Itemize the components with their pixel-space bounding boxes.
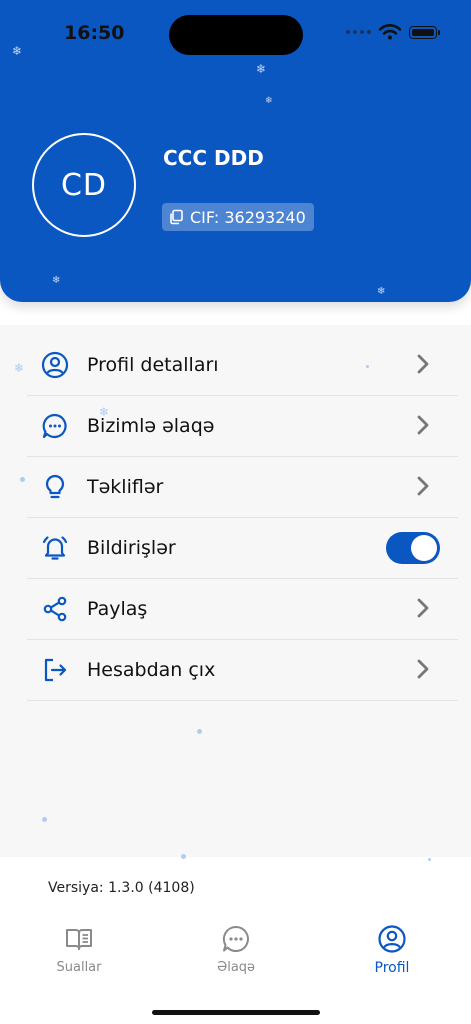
snowflake-icon: ❄ [12, 44, 23, 58]
chevron-right-icon [417, 659, 429, 679]
snow-dot [181, 854, 186, 859]
snowflake-icon: ❄ [14, 361, 25, 375]
menu-item-label: Paylaş [87, 598, 148, 620]
snow-dot [42, 817, 47, 822]
menu-item-logout[interactable]: Hesabdan çıx [27, 640, 458, 701]
snow-dot [20, 477, 25, 482]
chevron-right-icon [417, 415, 429, 435]
chevron-right-icon [417, 476, 429, 496]
snow-dot [428, 858, 431, 861]
menu-item-profile-details[interactable]: Profil detalları [27, 335, 458, 396]
bell-icon [40, 533, 70, 563]
user-circle-icon [378, 925, 406, 953]
snowflake-icon: ❄ [265, 96, 273, 106]
toggle-knob [411, 535, 437, 561]
menu-item-label: Hesabdan çıx [87, 659, 216, 681]
status-time: 16:50 [64, 22, 125, 44]
tab-profile[interactable]: Profil [332, 920, 452, 976]
cif-number: CIF: 36293240 [190, 207, 306, 227]
menu-area: ❄ ❄ Profil detalları Bizimlə əlaqə Təkli… [0, 325, 471, 857]
tab-label: Əlaqə [216, 960, 256, 975]
tab-questions[interactable]: Suallar [19, 920, 139, 975]
chat-bubble-icon [40, 411, 70, 441]
app-version: Versiya: 1.3.0 (4108) [48, 880, 195, 896]
snowflake-icon: ❄ [52, 275, 61, 286]
wifi-icon [379, 24, 401, 40]
notifications-toggle[interactable] [386, 532, 440, 564]
settings-menu: Profil detalları Bizimlə əlaqə Təkliflər… [27, 335, 458, 701]
share-icon [40, 594, 70, 624]
lightbulb-icon [40, 472, 70, 502]
profile-header: ❄ ❄ ❄ ❄ ❄ 16:50 CD CCC DDD CIF: 36293240 [0, 0, 471, 302]
snowflake-icon: ❄ [377, 286, 386, 297]
copy-icon [170, 209, 183, 225]
menu-item-contact-us[interactable]: Bizimlə əlaqə [27, 396, 458, 457]
book-icon [66, 929, 92, 950]
cif-copy-badge[interactable]: CIF: 36293240 [162, 203, 314, 231]
menu-item-label: Təkliflər [87, 476, 164, 498]
user-circle-icon [40, 350, 70, 380]
tab-bar: Suallar Əlaqə Profil [0, 920, 471, 990]
logout-icon [40, 655, 70, 685]
menu-item-label: Profil detalları [87, 354, 219, 376]
dynamic-island [169, 15, 303, 55]
tab-contact[interactable]: Əlaqə [176, 920, 296, 975]
menu-item-label: Bizimlə əlaqə [87, 415, 215, 437]
user-name: CCC DDD [163, 146, 264, 170]
snow-dot [197, 729, 202, 734]
menu-item-notifications: Bildirişlər [27, 518, 458, 579]
chevron-right-icon [417, 354, 429, 374]
home-indicator [152, 1010, 320, 1015]
tab-label: Profil [374, 960, 410, 976]
signal-icon [346, 30, 371, 34]
status-icons [346, 24, 440, 40]
battery-icon [409, 25, 440, 39]
snowflake-icon: ❄ [256, 62, 267, 76]
chevron-right-icon [417, 598, 429, 618]
menu-item-share[interactable]: Paylaş [27, 579, 458, 640]
chat-bubble-icon [222, 925, 249, 952]
avatar[interactable]: CD [32, 133, 136, 237]
menu-item-label: Bildirişlər [87, 537, 176, 559]
tab-label: Suallar [56, 960, 102, 975]
menu-item-suggestions[interactable]: Təkliflər [27, 457, 458, 518]
